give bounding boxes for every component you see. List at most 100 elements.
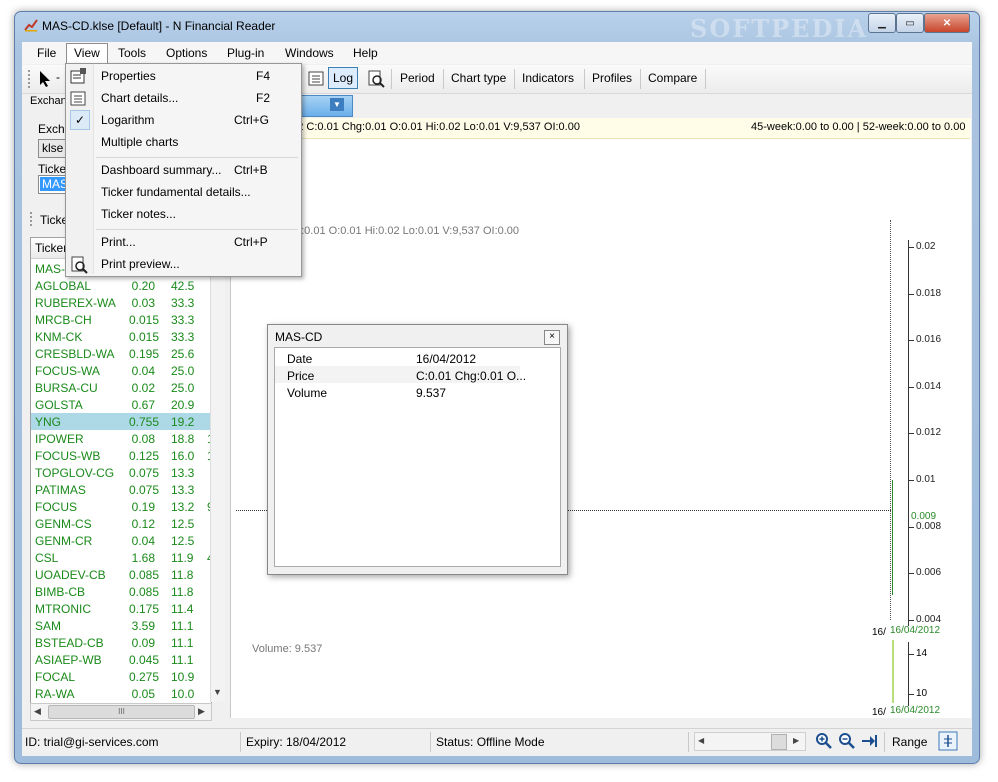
- ticker-cell-t: BIMB-CB: [35, 585, 86, 599]
- ticker-cell-a: 0.045: [129, 653, 160, 667]
- table-row[interactable]: BIMB-CB 0.085 11.8: [31, 583, 211, 600]
- scroll-right-arrow-icon[interactable]: ▶: [198, 706, 205, 717]
- ticker-list[interactable]: Ticker MAS-C AGLOBAL 0.20 42.5 RUBEREX-WA 0.0…: [30, 237, 212, 704]
- minimize-button[interactable]: ▁: [868, 13, 896, 33]
- view-menu-ticker-fundamental[interactable]: Ticker fundamental details...: [101, 185, 251, 199]
- view-menu-logarithm[interactable]: Logarithm: [101, 113, 154, 127]
- menu-plugin[interactable]: Plug-in: [227, 46, 264, 60]
- table-row[interactable]: FOCUS-WA 0.04 25.0: [31, 362, 211, 379]
- price-tick-mark: [909, 340, 914, 341]
- pointer-icon[interactable]: [38, 70, 52, 88]
- table-row[interactable]: UOADEV-CB 0.085 11.8: [31, 566, 211, 583]
- ticker-cell-t: BURSA-CU: [35, 381, 98, 395]
- table-row[interactable]: MTRONIC 0.175 11.4: [31, 600, 211, 617]
- table-row[interactable]: MRCB-CH 0.015 33.3: [31, 311, 211, 328]
- view-menu-chart-details[interactable]: Chart details...: [101, 91, 178, 105]
- ticker-cell-b: 11.1: [171, 636, 194, 650]
- ticker-horizontal-scrollbar[interactable]: ◀ III ▶: [30, 703, 212, 721]
- compare-button[interactable]: Compare: [648, 71, 697, 85]
- ticker-cell-a: 0.175: [129, 602, 160, 616]
- zoom-out-icon[interactable]: [838, 732, 856, 750]
- profiles-button[interactable]: Profiles: [592, 71, 632, 85]
- ticker-cell-a: 0.195: [129, 347, 160, 361]
- print-preview-icon: [71, 256, 88, 274]
- ticker-cell-a: 0.03: [131, 296, 155, 310]
- view-menu-properties[interactable]: Properties: [101, 69, 156, 83]
- menu-file[interactable]: File: [37, 46, 56, 60]
- menu-view[interactable]: View: [74, 46, 100, 60]
- view-menu-multiple-charts[interactable]: Multiple charts: [101, 135, 178, 149]
- table-row[interactable]: TOPGLOV-CG 0.075 13.3: [31, 464, 211, 481]
- scroll-thumb[interactable]: III: [48, 705, 195, 719]
- scroll-left-arrow-icon[interactable]: ◀: [34, 706, 41, 717]
- ticker-cell-t: GENM-CR: [35, 534, 93, 548]
- zoom-in-icon[interactable]: [815, 732, 833, 750]
- view-menu-print-preview[interactable]: Print preview...: [101, 257, 180, 271]
- menu-help[interactable]: Help: [353, 46, 378, 60]
- scroll-thumb[interactable]: [771, 734, 787, 750]
- table-row[interactable]: ASIAEP-WB 0.045 11.1: [31, 651, 211, 668]
- ticker-cell-a: 0.67: [131, 398, 155, 412]
- table-row[interactable]: RA-WA 0.05 10.0: [31, 685, 211, 702]
- ticker-cell-a: 0.125: [129, 449, 160, 463]
- table-row[interactable]: BURSA-CU 0.02 25.0: [31, 379, 211, 396]
- table-row[interactable]: FOCUS0.1913.29: [31, 498, 211, 515]
- scroll-right-arrow-icon[interactable]: ▶: [793, 736, 799, 745]
- ticker-cell-b: 12.5: [171, 517, 195, 531]
- ticker-cell-a: 0.08: [131, 432, 155, 446]
- maximize-button[interactable]: ▭: [896, 13, 924, 33]
- print-preview-icon[interactable]: [367, 70, 385, 88]
- menu-tools[interactable]: Tools: [118, 46, 146, 60]
- table-row[interactable]: IPOWER0.0818.81: [31, 430, 211, 447]
- table-row[interactable]: KNM-CK 0.015 33.3: [31, 328, 211, 345]
- table-row[interactable]: FOCUS-WB0.12516.01: [31, 447, 211, 464]
- menu-windows[interactable]: Windows: [285, 46, 334, 60]
- table-row[interactable]: FOCAL 0.275 10.9: [31, 668, 211, 685]
- price-tick-label: 0.02: [916, 241, 936, 252]
- table-row[interactable]: RUBEREX-WA 0.03 33.3: [31, 294, 211, 311]
- ticker-cell-b: 42.5: [171, 279, 195, 293]
- exchange-tab[interactable]: Exchan: [30, 95, 67, 107]
- table-row[interactable]: BSTEAD-CB 0.09 11.1: [31, 634, 211, 651]
- indicators-button[interactable]: Indicators: [522, 71, 574, 85]
- chart-scrollbar[interactable]: ◀ ▶: [694, 732, 806, 751]
- table-row[interactable]: SAM 3.59 11.1: [31, 617, 211, 634]
- toolbar-dash[interactable]: -: [56, 70, 60, 84]
- table-row[interactable]: CSL1.6811.94: [31, 549, 211, 566]
- table-row[interactable]: GOLSTA 0.67 20.9: [31, 396, 211, 413]
- menu-options[interactable]: Options: [166, 46, 207, 60]
- scroll-down-arrow-icon[interactable]: ▼: [213, 687, 222, 697]
- chart-details-icon[interactable]: [308, 71, 324, 86]
- jump-to-end-icon[interactable]: [861, 733, 877, 749]
- close-button[interactable]: ✕: [924, 13, 970, 33]
- chart-tab-dropdown-icon[interactable]: ▼: [330, 98, 344, 111]
- view-menu-print[interactable]: Print...: [101, 235, 136, 249]
- period-button[interactable]: Period: [400, 71, 435, 85]
- range-settings-icon[interactable]: [938, 731, 958, 751]
- view-menu-dashboard-summary[interactable]: Dashboard summary...: [101, 163, 222, 177]
- range-button[interactable]: Range: [892, 735, 927, 749]
- table-row[interactable]: PATIMAS 0.075 13.3: [31, 481, 211, 498]
- popup-close-button[interactable]: ×: [544, 330, 560, 345]
- ticker-cell-t: PATIMAS: [35, 483, 86, 497]
- chart-type-button[interactable]: Chart type: [451, 71, 506, 85]
- table-row[interactable]: CRESBLD-WA 0.195 25.6: [31, 345, 211, 362]
- table-row[interactable]: GENM-CS 0.12 12.5: [31, 515, 211, 532]
- table-row[interactable]: YNG 0.755 19.2: [31, 413, 211, 430]
- scroll-left-arrow-icon[interactable]: ◀: [698, 736, 704, 745]
- ticker-cell-t: UOADEV-CB: [35, 568, 106, 582]
- menu-bar: [22, 42, 972, 64]
- chart-volume-label: Volume: 9.537: [252, 643, 323, 655]
- popup-key-price: Price: [287, 369, 315, 383]
- ticker-header-label: Ticker: [35, 241, 68, 255]
- table-row[interactable]: AGLOBAL 0.20 42.5: [31, 277, 211, 294]
- view-menu-ticker-notes[interactable]: Ticker notes...: [101, 207, 176, 221]
- ticker-cell-t: CRESBLD-WA: [35, 347, 115, 361]
- popup-key-volume: Volume: [287, 386, 328, 400]
- ticker-vertical-scrollbar[interactable]: ▼: [210, 237, 225, 702]
- ticker-cell-t: MTRONIC: [35, 602, 91, 616]
- ticker-cell-b: 25.6: [171, 347, 195, 361]
- ticker-cell-b: 11.1: [171, 619, 194, 633]
- price-tick-label: 0.016: [916, 334, 942, 345]
- table-row[interactable]: GENM-CR 0.04 12.5: [31, 532, 211, 549]
